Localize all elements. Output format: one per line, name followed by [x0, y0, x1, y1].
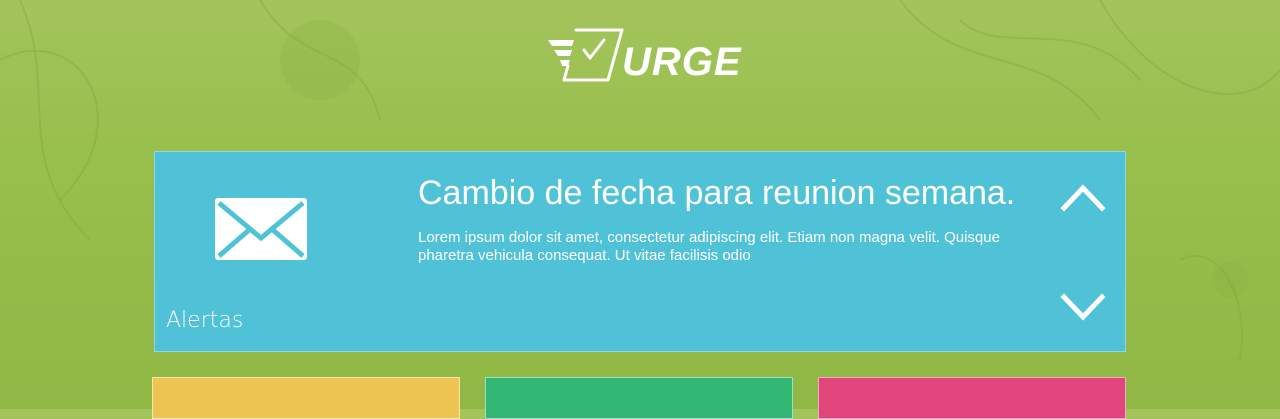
chevron-down-icon[interactable] [1060, 293, 1106, 323]
section-label: Alertas [166, 308, 244, 333]
tile-yellow[interactable] [152, 377, 460, 419]
alert-title: Cambio de fecha para reunion semana. [418, 174, 1016, 212]
chevron-up-icon[interactable] [1060, 182, 1106, 212]
logo-envelope-check-icon [548, 28, 624, 82]
envelope-icon [215, 198, 307, 260]
alert-message: Lorem ipsum dolor sit amet, consectetur … [418, 229, 1000, 264]
alerts-panel: Alertas Cambio de fecha para reunion sem… [154, 151, 1126, 352]
tile-pink[interactable] [818, 377, 1126, 419]
brand-logo[interactable]: URGE [546, 26, 741, 86]
logo-wordmark: URGE [622, 40, 742, 84]
tile-green[interactable] [485, 377, 793, 419]
